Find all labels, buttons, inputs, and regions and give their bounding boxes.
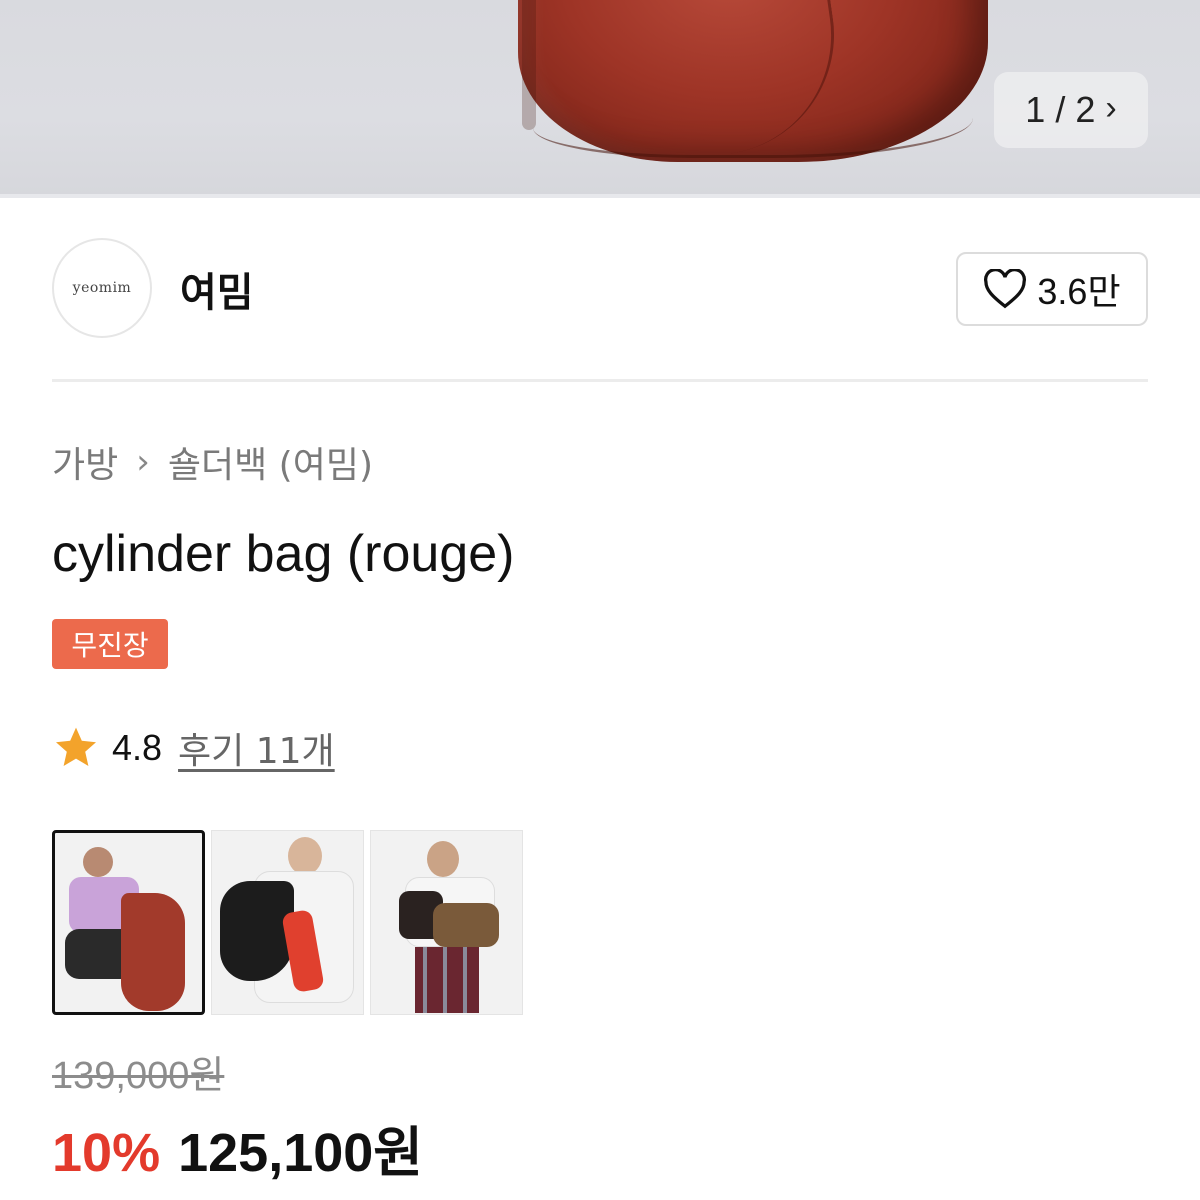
thumb-model-head (83, 847, 113, 877)
badge-label: 무진장 (71, 629, 149, 662)
shipping-badge: 무진장 (52, 619, 168, 669)
breadcrumb: 가방 › 숄더백 (여밈) (52, 436, 373, 488)
discount-rate: 10% (52, 1123, 161, 1183)
hero-divider (0, 194, 1200, 198)
thumb-bag-rouge (121, 893, 185, 1011)
thumbnail-1[interactable] (52, 830, 205, 1015)
chevron-right-icon: › (1105, 88, 1117, 127)
image-pager[interactable]: 1 / 2 › (994, 72, 1148, 148)
breadcrumb-subcategory[interactable]: 숄더백 (여밈) (168, 436, 373, 488)
thumbnail-3[interactable] (370, 830, 523, 1015)
like-button[interactable]: 3.6만 (956, 252, 1148, 326)
pager-text: 1 / 2 (1025, 89, 1096, 130)
thumb-model-head (427, 841, 459, 877)
seller-logo[interactable]: yeomim (52, 238, 152, 338)
heart-outline-icon (984, 269, 1027, 309)
price-row: 10% 125,100원 (52, 1108, 423, 1187)
final-price: 125,100원 (178, 1123, 423, 1183)
thumbnail-2[interactable] (211, 830, 364, 1015)
thumb-model-skirt (415, 947, 479, 1013)
rating-score: 4.8 (112, 727, 163, 768)
rating-row: 4.8 후기 11개 (52, 722, 335, 774)
like-count: 3.6만 (1037, 271, 1121, 312)
star-icon (56, 727, 96, 766)
section-divider (52, 379, 1148, 382)
seller-row: yeomim 여밈 3.6만 (52, 238, 1148, 342)
thumb-model-head (288, 837, 322, 875)
original-price: 139,000원 (52, 1055, 225, 1097)
thumb-bag-black (220, 881, 294, 981)
product-title: cylinder bag (rouge) (52, 525, 515, 583)
seller-name[interactable]: 여밈 (180, 260, 254, 318)
bag-edge-shadow (522, 0, 536, 130)
thumbnail-list (52, 830, 523, 1015)
seller-logo-text: yeomim (72, 280, 132, 296)
chevron-right-icon: › (136, 442, 150, 482)
breadcrumb-category[interactable]: 가방 (52, 436, 118, 488)
reviews-link[interactable]: 후기 11개 (178, 722, 335, 774)
product-image-carousel[interactable]: 1 / 2 › (0, 0, 1200, 196)
thumb-bag-brown (433, 903, 499, 947)
bag-seam (533, 118, 973, 158)
